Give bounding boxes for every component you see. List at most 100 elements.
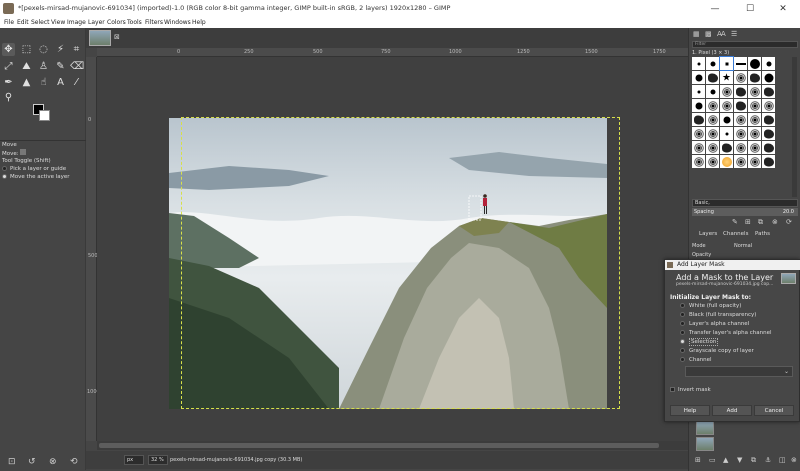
brush-thumbnail[interactable] bbox=[720, 113, 733, 126]
mode-dropdown[interactable]: Normal bbox=[734, 242, 752, 251]
background-color-swatch[interactable] bbox=[39, 110, 50, 121]
brush-thumbnail[interactable] bbox=[748, 71, 761, 84]
layer-thumbnail[interactable] bbox=[696, 437, 714, 451]
fuzzy-select-tool-icon[interactable]: ⚡ bbox=[54, 43, 67, 56]
option-selection[interactable]: Selection bbox=[680, 338, 719, 346]
lasso-tool-icon[interactable]: ◌ bbox=[37, 43, 50, 56]
brush-thumbnail[interactable] bbox=[692, 127, 705, 140]
option-grayscale[interactable]: Grayscale copy of layer bbox=[680, 348, 754, 354]
brush-thumbnail[interactable] bbox=[734, 85, 747, 98]
raise-layer-icon[interactable]: ▲ bbox=[723, 456, 728, 464]
brush-tag-filter[interactable]: Basic, bbox=[692, 199, 798, 207]
patterns-tab-icon[interactable]: ▩ bbox=[705, 30, 712, 38]
anchor-layer-icon[interactable]: ⚓ bbox=[765, 456, 771, 464]
duplicate-brush-icon[interactable]: ⧉ bbox=[758, 218, 763, 227]
brush-thumbnail[interactable] bbox=[720, 99, 733, 112]
brush-spacing-slider[interactable]: Spacing 20.0 bbox=[692, 208, 798, 216]
paintbrush-tool-icon[interactable]: ✎ bbox=[54, 60, 67, 73]
brush-thumbnail[interactable] bbox=[719, 56, 734, 71]
brush-thumbnail[interactable] bbox=[748, 85, 761, 98]
menu-colors[interactable]: Colors bbox=[107, 19, 126, 26]
channel-dropdown[interactable]: ⌄ bbox=[685, 366, 793, 377]
horizontal-scrollbar[interactable] bbox=[97, 441, 688, 450]
option-move-active[interactable]: Move the active layer bbox=[0, 173, 86, 181]
brush-thumbnail[interactable] bbox=[734, 127, 747, 140]
text-tool-icon[interactable]: A bbox=[54, 76, 67, 89]
brush-filter-field[interactable]: Filter bbox=[692, 41, 798, 48]
fonts-tab-icon[interactable]: Ꜳ bbox=[717, 30, 726, 38]
brush-thumbnail[interactable] bbox=[706, 113, 719, 126]
opacity-row[interactable]: Opacity bbox=[692, 252, 798, 258]
add-mask-icon[interactable]: ◫ bbox=[779, 456, 786, 464]
brush-thumbnail[interactable] bbox=[748, 113, 761, 126]
smudge-tool-icon[interactable]: ☝ bbox=[37, 76, 50, 89]
duplicate-layer-icon[interactable]: ⧉ bbox=[751, 456, 756, 465]
brush-thumbnail[interactable] bbox=[720, 85, 733, 98]
option-white[interactable]: White (full opacity) bbox=[680, 303, 741, 309]
lower-layer-icon[interactable]: ▼ bbox=[737, 456, 742, 464]
brush-thumbnail[interactable] bbox=[692, 141, 705, 154]
brush-thumbnail[interactable] bbox=[762, 113, 775, 126]
brush-thumbnail[interactable] bbox=[706, 71, 719, 84]
unified-transform-tool-icon[interactable]: ⤢ bbox=[2, 60, 15, 73]
cancel-button[interactable]: Cancel bbox=[754, 405, 794, 416]
brush-thumbnail[interactable] bbox=[762, 127, 775, 140]
option-channel[interactable]: Channel bbox=[680, 357, 712, 363]
option-alpha[interactable]: Layer's alpha channel bbox=[680, 321, 749, 327]
image-tab-thumbnail[interactable] bbox=[89, 30, 111, 46]
brush-thumbnail[interactable] bbox=[692, 113, 705, 126]
brush-thumbnail[interactable] bbox=[734, 99, 747, 112]
clone-tool-icon[interactable]: ♙ bbox=[37, 60, 50, 73]
brush-thumbnail[interactable] bbox=[720, 127, 733, 140]
option-transfer-alpha[interactable]: Transfer layer's alpha channel bbox=[680, 330, 772, 336]
brush-thumbnail[interactable] bbox=[692, 99, 705, 112]
tool-options-tabs[interactable] bbox=[0, 132, 86, 141]
brush-grid[interactable]: ★ bbox=[692, 56, 775, 197]
brush-thumbnail[interactable] bbox=[748, 155, 761, 168]
new-layer-icon[interactable]: ⊞ bbox=[695, 456, 701, 464]
radio-selection[interactable] bbox=[680, 339, 685, 344]
radio-transfer-alpha[interactable] bbox=[680, 330, 685, 335]
layers-list[interactable] bbox=[692, 421, 798, 453]
brush-thumbnail[interactable] bbox=[706, 155, 719, 168]
image-canvas[interactable] bbox=[97, 57, 688, 441]
brush-thumbnail[interactable] bbox=[692, 85, 705, 98]
rect-select-tool-icon[interactable]: ⬚ bbox=[20, 43, 33, 56]
new-group-icon[interactable]: ▭ bbox=[709, 456, 716, 464]
brush-thumbnail[interactable] bbox=[706, 85, 719, 98]
zoom-tool-icon[interactable]: ⚲ bbox=[2, 91, 15, 104]
brush-thumbnail[interactable] bbox=[748, 99, 761, 112]
brush-thumbnail[interactable] bbox=[734, 57, 747, 70]
brush-thumbnail[interactable] bbox=[748, 141, 761, 154]
radio-channel[interactable] bbox=[680, 357, 685, 362]
menu-view[interactable]: View bbox=[51, 19, 65, 26]
brush-grid-scrollbar[interactable] bbox=[792, 57, 797, 197]
new-brush-icon[interactable]: ⊞ bbox=[745, 218, 751, 226]
tab-channels[interactable]: Channels bbox=[723, 231, 748, 237]
brush-thumbnail[interactable] bbox=[762, 155, 775, 168]
warp-tool-icon[interactable]: ⛰ bbox=[20, 60, 33, 73]
tab-paths[interactable]: Paths bbox=[755, 231, 770, 237]
edit-brush-icon[interactable]: ✎ bbox=[732, 218, 738, 226]
radio-alpha[interactable] bbox=[680, 321, 685, 326]
add-button[interactable]: Add bbox=[712, 405, 752, 416]
refresh-brushes-icon[interactable]: ⟳ bbox=[786, 218, 792, 226]
help-button[interactable]: Help bbox=[670, 405, 710, 416]
radio-black[interactable] bbox=[680, 312, 685, 317]
delete-options-icon[interactable]: ⊗ bbox=[49, 457, 57, 467]
invert-mask-box[interactable] bbox=[670, 387, 675, 392]
brush-thumbnail[interactable] bbox=[748, 127, 761, 140]
tab-layers[interactable]: Layers bbox=[699, 231, 717, 237]
brush-thumbnail[interactable] bbox=[734, 113, 747, 126]
radio-grayscale[interactable] bbox=[680, 348, 685, 353]
path-tool-icon[interactable]: ✒ bbox=[2, 76, 15, 89]
brush-thumbnail[interactable] bbox=[762, 99, 775, 112]
horizontal-ruler[interactable]: 0 250 500 750 1000 1250 1500 1750 bbox=[97, 48, 688, 57]
layer-thumbnail[interactable] bbox=[696, 421, 714, 435]
brush-thumbnail[interactable] bbox=[762, 57, 775, 70]
menu-tools[interactable]: Tools bbox=[127, 19, 142, 26]
crop-tool-icon[interactable]: ⌗ bbox=[70, 43, 83, 56]
zoom-selector[interactable]: 32 % bbox=[148, 455, 168, 465]
menu-help[interactable]: Help bbox=[192, 19, 206, 26]
scrollbar-thumb[interactable] bbox=[99, 443, 659, 448]
